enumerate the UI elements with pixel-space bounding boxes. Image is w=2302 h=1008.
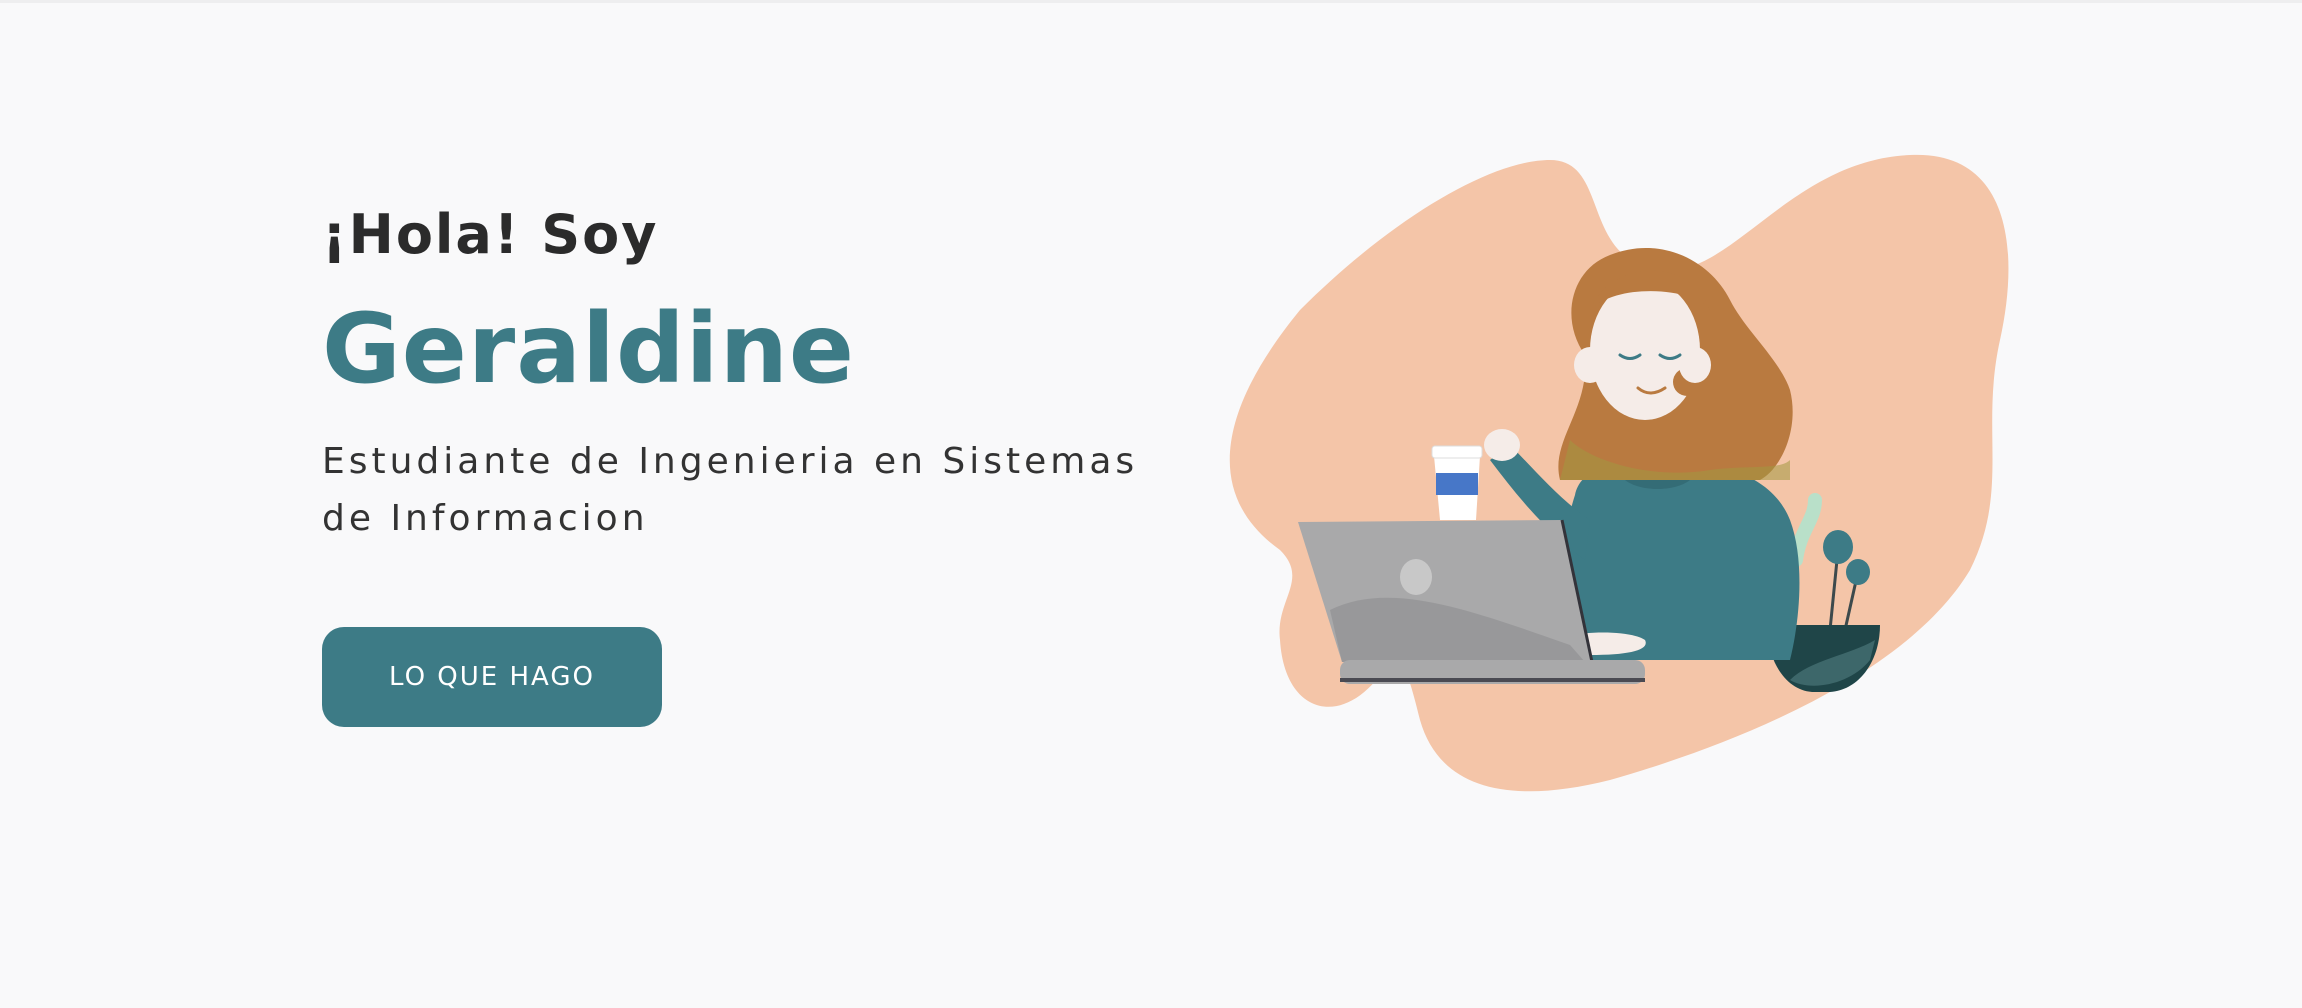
greeting: ¡Hola! Soy (322, 203, 659, 266)
hero-subtitle: Estudiante de Ingenieria en Sistemas de … (322, 441, 1139, 539)
woman-with-laptop-illustration (1229, 154, 2009, 792)
what-i-do-button[interactable]: LO QUE HAGO (322, 627, 662, 727)
top-divider (0, 0, 2302, 3)
coffee-cup-icon (1431, 445, 1483, 520)
page: ¡Hola! Soy Geraldine Estudiante de Ingen… (0, 0, 2302, 1008)
hero-text: ¡Hola! Soy Geraldine Estudiante de Ingen… (322, 195, 1222, 547)
hero-name: Geraldine (322, 293, 856, 405)
